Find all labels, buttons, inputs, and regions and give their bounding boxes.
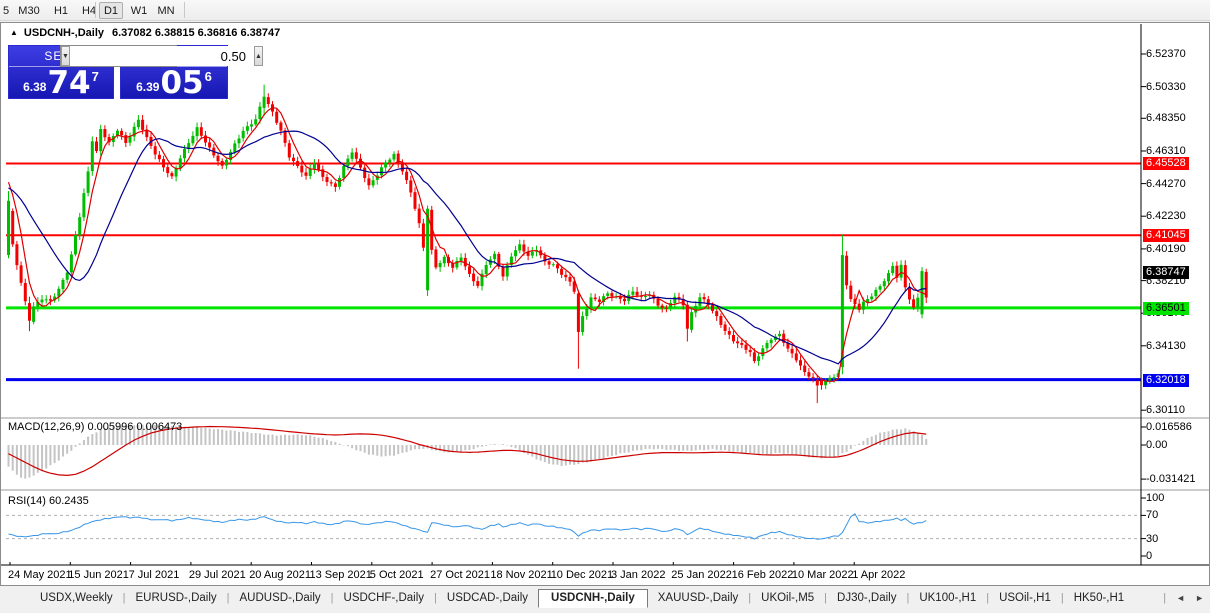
macd-axis-label: 0.00 xyxy=(1146,439,1167,451)
rsi-axis-label: 100 xyxy=(1146,492,1164,504)
price-axis-tick: 6.52370 xyxy=(1146,48,1186,60)
price-axis-tick: 6.46310 xyxy=(1146,145,1186,157)
price-axis-tick: 6.30110 xyxy=(1146,404,1185,416)
chart-tab-hk50[interactable]: HK50-,H1 xyxy=(1064,589,1135,607)
price-axis-tick: 6.34130 xyxy=(1146,340,1186,352)
macd-label: MACD(12,26,9) 0.005996 0.006473 xyxy=(8,421,182,433)
macd-axis-label: -0.031421 xyxy=(1146,473,1196,485)
price-axis-tick: 6.42230 xyxy=(1146,210,1186,222)
current-price-label: 6.38747 xyxy=(1143,266,1189,279)
collapse-icon[interactable]: ▲ xyxy=(10,28,18,37)
buy-price-big: 05 xyxy=(160,69,203,97)
date-axis-label: 18 Nov 2021 xyxy=(490,569,552,581)
sell-price: 6.38 74 7 xyxy=(9,67,113,99)
tab-scroll-left-icon[interactable]: ◄ xyxy=(1176,593,1185,603)
rsi-axis-label: 0 xyxy=(1146,550,1152,562)
macd-name: MACD(12,26,9) xyxy=(8,421,84,433)
chart-tab-dj30[interactable]: DJ30-,Daily xyxy=(827,589,906,607)
spread-decrease-button[interactable]: ▼ xyxy=(61,46,70,66)
date-axis-label: 20 Aug 2021 xyxy=(249,569,311,581)
date-axis-label: 25 Jan 2022 xyxy=(671,569,732,581)
date-axis-label: 16 Feb 2022 xyxy=(732,569,794,581)
level-price-label: 6.32018 xyxy=(1143,374,1189,387)
buy-price-base: 6.39 xyxy=(136,80,159,94)
chart-tab-eurusd[interactable]: EURUSD-,Daily xyxy=(126,589,227,607)
chart-tab-audusd[interactable]: AUDUSD-,Daily xyxy=(230,589,331,607)
date-axis-label: 10 Dec 2021 xyxy=(551,569,613,581)
sell-price-pip: 7 xyxy=(92,69,99,84)
buy-price-pip: 6 xyxy=(205,69,212,84)
sell-price-big: 74 xyxy=(47,69,90,97)
chart-tab-usdchf[interactable]: USDCHF-,Daily xyxy=(334,589,435,607)
date-axis-label: 7 Jul 2021 xyxy=(129,569,180,581)
macd-axis-label: 0.016586 xyxy=(1146,421,1192,433)
spread-increase-button[interactable]: ▲ xyxy=(254,46,263,66)
macd-values: 0.005996 0.006473 xyxy=(87,421,182,433)
chart-tab-ukoil[interactable]: UKOil-,M5 xyxy=(751,589,824,607)
tab-separator: | xyxy=(1163,592,1166,604)
symbol-title: USDCNH-,Daily xyxy=(24,27,104,39)
rsi-axis-label: 70 xyxy=(1146,509,1158,521)
chart-title-bar: ▲ USDCNH-,Daily 6.37082 6.38815 6.36816 6.… xyxy=(10,27,280,39)
date-axis-label: 1 Apr 2022 xyxy=(852,569,905,581)
price-axis-tick: 6.44270 xyxy=(1146,178,1186,190)
rsi-value: 60.2435 xyxy=(49,495,89,507)
rsi-label: RSI(14) 60.2435 xyxy=(8,495,89,507)
rsi-name: RSI(14) xyxy=(8,495,46,507)
tab-scroll-right-icon[interactable]: ► xyxy=(1195,593,1204,603)
price-axis-tick: 6.40190 xyxy=(1146,243,1186,255)
date-axis-label: 10 Mar 2022 xyxy=(792,569,854,581)
rsi-axis-label: 30 xyxy=(1146,533,1158,545)
chart-tab-usoil[interactable]: USOil-,H1 xyxy=(989,589,1061,607)
price-axis-tick: 6.48350 xyxy=(1146,112,1186,124)
buy-price: 6.39 05 6 xyxy=(121,67,227,99)
one-click-trading-widget: SELL 6.38 74 7 BUY 6.39 05 6 ▼ ▲ xyxy=(8,45,228,99)
date-axis-label: 13 Sep 2021 xyxy=(310,569,372,581)
level-price-label: 6.36501 xyxy=(1143,302,1189,315)
date-axis-label: 15 Jun 2021 xyxy=(68,569,129,581)
date-axis-label: 3 Jan 2022 xyxy=(611,569,665,581)
chart-tab-bar: USDX,Weekly|EURUSD-,Daily|AUDUSD-,Daily|… xyxy=(0,587,1210,613)
chart-tab-usdcnh[interactable]: USDCNH-,Daily xyxy=(538,589,648,608)
tab-scroll-controls: | ◄ ► xyxy=(1163,592,1204,604)
chart-tab-usdcad[interactable]: USDCAD-,Daily xyxy=(437,589,538,607)
spread-input[interactable] xyxy=(70,46,254,66)
price-axis-tick: 6.50330 xyxy=(1146,81,1186,93)
chart-tab-usdx[interactable]: USDX,Weekly xyxy=(30,589,123,607)
chart-tab-uk100[interactable]: UK100-,H1 xyxy=(909,589,986,607)
level-price-label: 6.45528 xyxy=(1143,157,1189,170)
level-price-label: 6.41045 xyxy=(1143,229,1189,242)
date-axis-label: 5 Oct 2021 xyxy=(370,569,424,581)
date-axis-label: 24 May 2021 xyxy=(8,569,72,581)
ohlc-values: 6.37082 6.38815 6.36816 6.38747 xyxy=(112,27,280,39)
date-axis-label: 27 Oct 2021 xyxy=(430,569,490,581)
date-axis-label: 29 Jul 2021 xyxy=(189,569,246,581)
spread-stepper: ▼ ▲ xyxy=(60,45,177,67)
chart-tab-xauusd[interactable]: XAUUSD-,Daily xyxy=(648,589,749,607)
sell-price-base: 6.38 xyxy=(23,80,46,94)
